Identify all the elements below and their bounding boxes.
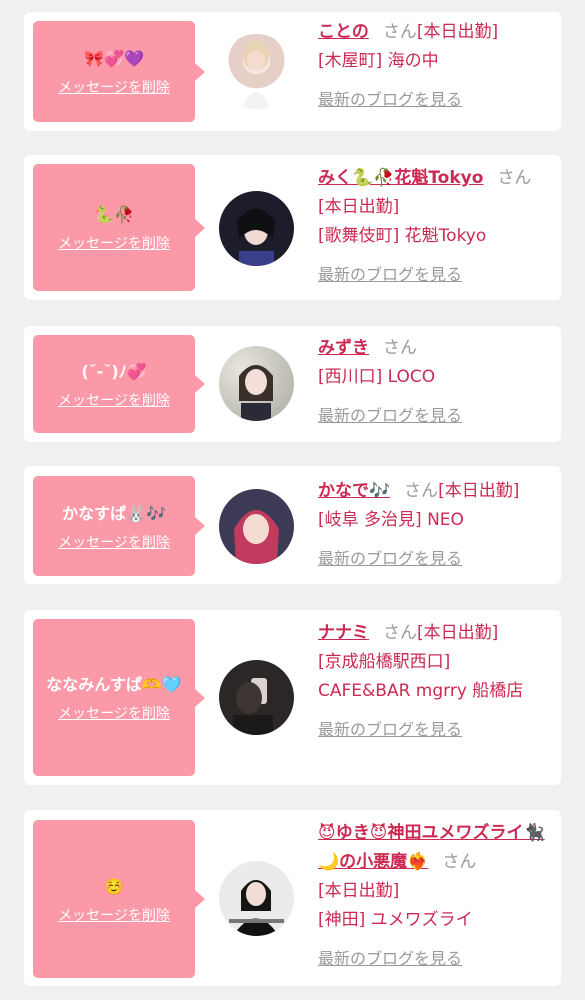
message-bubble: かなすぱ🐰🎶 メッセージを削除 [33,476,205,576]
avatar[interactable] [219,191,294,266]
avatar-image [233,678,273,735]
message-card: 🐍🥀 メッセージを削除 みく🐍🥀花魁Tokyo さん [本日出勤] [歌舞伎町] 花… [24,155,561,300]
avatar-image [234,510,279,564]
cast-info: 😈ゆき😈神田ユメワズライ🐈‍⬛🌙の小悪魔❤️‍🔥 さん [本日出勤] [神田] ユ… [318,819,546,973]
message-bubble: ☺️ メッセージを削除 [33,820,205,978]
honorific-label: さん [383,338,417,358]
cast-name-link[interactable]: 😈ゆき😈神田ユメワズライ🐈‍⬛🌙の小悪魔❤️‍🔥 [318,823,545,872]
delete-message-link[interactable]: メッセージを削除 [58,703,170,723]
message-card: ななみんすぱ🫶🩵 メッセージを削除 ナナミ さん[本日出勤] [京成船橋駅西口] … [24,610,561,785]
message-bubble: ななみんすぱ🫶🩵 メッセージを削除 [33,619,205,776]
attendance-status: [本日出勤] [438,481,520,501]
cast-name-link[interactable]: みく🐍🥀花魁Tokyo [318,168,483,188]
attendance-status: [本日出勤] [318,881,400,901]
avatar[interactable] [219,861,294,936]
delete-message-link[interactable]: メッセージを削除 [58,905,170,925]
avatar[interactable] [219,34,294,109]
avatar-image [229,880,284,936]
message-text: (˘-˘)ﾉ💞 [81,361,147,381]
cast-info: ことの さん[本日出勤] [木屋町] 海の中 最新のブログを見る [318,18,546,114]
shop-location: [神田] ユメワズライ [318,910,473,930]
message-card: (˘-˘)ﾉ💞 メッセージを削除 みずき さん [西川口] LOCO 最新のブログ… [24,326,561,442]
honorific-label: さん [383,623,417,643]
message-bubble: 🎀💞💜 メッセージを削除 [33,21,205,122]
latest-blog-link[interactable]: 最新のブログを見る [318,401,546,430]
delete-message-link[interactable]: メッセージを削除 [58,532,170,552]
latest-blog-link[interactable]: 最新のブログを見る [318,85,546,114]
avatar-image [237,208,275,266]
avatar[interactable] [219,346,294,421]
message-text: ☺️ [104,876,124,896]
shop-location: [京成船橋駅西口] CAFE&BAR mgrry 船橋店 [318,652,524,701]
latest-blog-link[interactable]: 最新のブログを見る [318,944,546,973]
attendance-status: [本日出勤] [318,197,400,217]
cast-name-link[interactable]: ことの [318,22,369,42]
message-text: かなすぱ🐰🎶 [62,503,166,523]
message-card: ☺️ メッセージを削除 😈ゆき😈神田ユメワズライ🐈‍⬛🌙の小悪魔❤️‍🔥 さん [… [24,810,561,986]
message-card: かなすぱ🐰🎶 メッセージを削除 かなで🎶 さん[本日出勤] [岐阜 多治見] NE… [24,466,561,584]
latest-blog-link[interactable]: 最新のブログを見る [318,715,546,744]
cast-name-link[interactable]: かなで🎶 [318,481,390,501]
delete-message-link[interactable]: メッセージを削除 [58,233,170,253]
avatar[interactable] [219,489,294,564]
shop-location: [西川口] LOCO [318,367,436,387]
shop-location: [岐阜 多治見] NEO [318,510,464,530]
honorific-label: さん [404,481,439,501]
cast-info: みく🐍🥀花魁Tokyo さん [本日出勤] [歌舞伎町] 花魁Tokyo 最新のブロ… [318,164,546,289]
message-card: 🎀💞💜 メッセージを削除 ことの さん[本日出勤] [木屋町] 海の中 最新のブロ… [24,12,561,131]
cast-info: かなで🎶 さん[本日出勤] [岐阜 多治見] NEO 最新のブログを見る [318,477,546,573]
message-text: 🐍🥀 [94,205,134,224]
latest-blog-link[interactable]: 最新のブログを見る [318,544,546,573]
honorific-label: さん [442,852,477,872]
delete-message-link[interactable]: メッセージを削除 [58,77,170,97]
cast-name-link[interactable]: ナナミ [318,623,369,643]
shop-location: [木屋町] 海の中 [318,51,439,71]
message-text: 🎀💞💜 [84,49,144,68]
cast-info: みずき さん [西川口] LOCO 最新のブログを見る [318,334,546,430]
cast-name-link[interactable]: みずき [318,338,369,358]
cast-info: ナナミ さん[本日出勤] [京成船橋駅西口] CAFE&BAR mgrry 船橋店… [318,619,546,744]
message-bubble: 🐍🥀 メッセージを削除 [33,164,205,291]
latest-blog-link[interactable]: 最新のブログを見る [318,260,546,289]
honorific-label: さん [382,22,417,42]
delete-message-link[interactable]: メッセージを削除 [58,390,170,410]
avatar-image [239,365,273,421]
message-bubble: (˘-˘)ﾉ💞 メッセージを削除 [33,335,205,433]
avatar[interactable] [219,660,294,735]
attendance-status: [本日出勤] [417,623,499,643]
avatar-image [241,41,271,109]
attendance-status: [本日出勤] [416,22,499,42]
shop-location: [歌舞伎町] 花魁Tokyo [318,226,487,246]
honorific-label: さん [497,168,532,188]
message-text: ななみんすぱ🫶🩵 [46,675,182,694]
